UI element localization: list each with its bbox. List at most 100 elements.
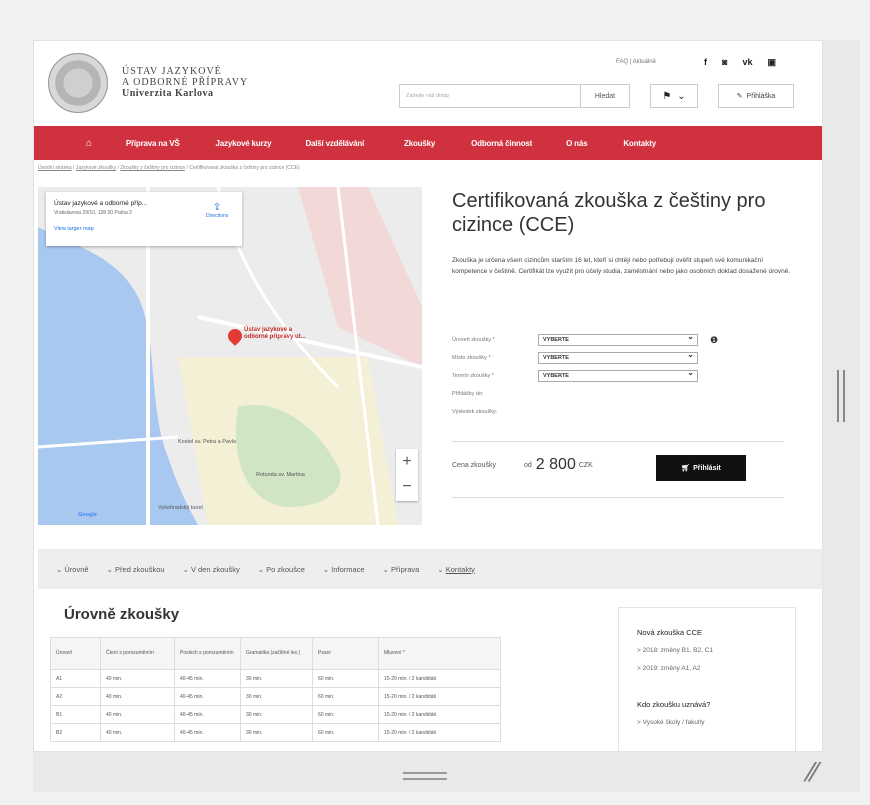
table-cell: 15-20 min. / 2 kandidáti xyxy=(378,723,501,742)
date-select[interactable]: VYBERTE xyxy=(538,368,698,382)
breadcrumb-link[interactable]: Úvodní stránka xyxy=(38,165,72,171)
vertical-resize-bar[interactable] xyxy=(823,40,860,752)
nav-item-kontakty[interactable]: Kontakty xyxy=(623,139,656,148)
price-value: 2 800 xyxy=(535,456,576,473)
search-button[interactable]: Hledat xyxy=(580,84,630,108)
table-cell: 15-20 min. / 2 kandidáti xyxy=(378,705,501,724)
column-header: Úroveň xyxy=(50,637,101,670)
table-cell: 60 min. xyxy=(312,705,379,724)
home-icon[interactable]: ⌂ xyxy=(86,138,92,149)
column-header: Poslech s porozuměním xyxy=(174,637,241,670)
section-tab-informace[interactable]: ⌄ Informace xyxy=(323,565,365,574)
table-cell: 40-45 min. xyxy=(174,669,241,688)
levels-table: Úroveň Čtení s porozuměním Poslech s por… xyxy=(50,637,501,742)
table-cell: 40 min. xyxy=(100,669,175,688)
embedded-map[interactable]: Ústav jazykové a odborné příp... Vratisl… xyxy=(38,187,422,525)
pencil-icon: ✎ xyxy=(736,93,743,100)
table-cell: 60 min. xyxy=(312,687,379,706)
sidebar-link[interactable]: > 2018: změny B1, B2, C1 xyxy=(637,647,777,654)
nav-item-priprava[interactable]: Příprava na VŠ xyxy=(126,139,180,148)
section-nav: ⌄ Úrovně ⌄ Před zkouškou ⌄ V den zkoušky… xyxy=(38,549,822,589)
date-label: Termín zkoušky * xyxy=(452,373,494,379)
level-label: Úroveň zkoušky * xyxy=(452,337,495,343)
levels-heading: Úrovně zkoušky xyxy=(64,606,180,623)
brand-name[interactable]: ÚSTAV JAZYKOVÉ A ODBORNÉ PŘÍPRAVY Univer… xyxy=(122,66,248,99)
section-tab-kontakty[interactable]: ⌄ Kontakty xyxy=(437,565,475,574)
brand-line-1: ÚSTAV JAZYKOVÉ xyxy=(122,66,222,77)
form-row: Přihlášky do: xyxy=(452,385,718,403)
map-larger-link[interactable]: View larger map xyxy=(54,226,234,232)
nav-item-odborna-cinnost[interactable]: Odborná činnost xyxy=(471,139,532,148)
university-seal-logo[interactable] xyxy=(48,53,108,113)
section-tab-urovne[interactable]: ⌄ Úrovně xyxy=(56,565,89,574)
horizontal-resize-bar[interactable] xyxy=(33,752,860,792)
divider xyxy=(452,497,784,498)
table-cell: 40 min. xyxy=(100,705,175,724)
nav-item-o-nas[interactable]: O nás xyxy=(566,139,587,148)
nav-item-zkousky[interactable]: Zkoušky xyxy=(404,139,435,148)
google-logo: Google xyxy=(78,512,97,518)
cart-icon: 🛒︎ xyxy=(681,465,691,472)
social-links: f ◙ vk ▣ xyxy=(704,57,776,68)
directions-button[interactable]: ⇪ Directions xyxy=(206,202,228,219)
form-row: Místo zkoušky * VYBERTE xyxy=(452,349,718,367)
price-currency: CZK xyxy=(578,461,593,469)
section-tab-label: Úrovně xyxy=(64,564,89,574)
map-label: Rotunda sv. Martina xyxy=(256,472,305,478)
register-button[interactable]: 🛒︎ Přihlásit xyxy=(656,455,746,481)
section-tab-label: V den zkoušky xyxy=(190,564,240,574)
level-select[interactable]: VYBERTE xyxy=(538,332,698,346)
table-row: A1 40 min. 40-45 min. 30 min. 60 min. 15-20 m… xyxy=(50,669,501,688)
place-label: Místo zkoušky * xyxy=(452,355,491,361)
nav-item-kurzy[interactable]: Jazykové kurzy xyxy=(216,139,272,148)
sidebar-box: Nová zkouška CCE > 2018: změny B1, B2, C… xyxy=(618,607,796,751)
table-row: B2 40 min. 40-45 min. 30 min. 60 min. 15-20 m… xyxy=(50,723,501,742)
table-cell: 30 min. xyxy=(240,723,313,742)
product-description: Zkouška je určena všem cizincům starším … xyxy=(452,257,791,275)
zoom-in-icon[interactable]: + xyxy=(396,449,418,474)
section-tab-label: Kontakty xyxy=(445,564,475,574)
column-header: Čtení s porozuměním xyxy=(100,637,175,670)
column-header: Mluvení * xyxy=(378,637,501,670)
form-row: Úroveň zkoušky * VYBERTE ❶ xyxy=(452,331,718,349)
table-row: B1 40 min. 40-45 min. 30 min. 60 min. 15-20 m… xyxy=(50,705,501,724)
site-header: ÚSTAV JAZYKOVÉ A ODBORNÉ PŘÍPRAVY Univer… xyxy=(34,41,822,119)
breadcrumb-current: Certifikovaná zkouška z češtiny pro cizi… xyxy=(189,165,300,171)
table-header-row: Úroveň Čtení s porozuměním Poslech s por… xyxy=(50,637,501,670)
column-header: Gramatika (začlěné lex.) xyxy=(240,637,313,670)
section-tab-den[interactable]: ⌄ V den zkoušky xyxy=(183,565,240,574)
result-label: Výsledek zkoušky: xyxy=(452,409,498,415)
table-cell: A2 xyxy=(50,687,101,706)
facebook-icon[interactable]: f xyxy=(704,57,707,68)
flag-icon: ⚑ xyxy=(662,90,672,102)
main-nav: ⌂ Příprava na VŠ Jazykové kurzy Další vz… xyxy=(34,126,822,160)
resize-grip-icon[interactable] xyxy=(837,370,845,422)
section-tab-po[interactable]: ⌄ Po zkoušce xyxy=(258,565,305,574)
section-tab-priprava[interactable]: ⌄ Příprava xyxy=(383,565,420,574)
table-cell: 30 min. xyxy=(240,687,313,706)
brand-line-3: Univerzita Karlova xyxy=(122,88,214,99)
info-icon[interactable]: ❶ xyxy=(710,335,718,346)
top-links[interactable]: FAQ | Aktuálně xyxy=(616,59,656,65)
youtube-icon[interactable]: ▣ xyxy=(767,57,776,68)
table-cell: B1 xyxy=(50,705,101,724)
login-button[interactable]: ✎ Přihláška xyxy=(718,84,794,108)
language-select[interactable]: ⚑ ⌄ xyxy=(650,84,698,108)
map-place-card: Ústav jazykové a odborné příp... Vratisl… xyxy=(46,192,242,246)
section-tab-pred[interactable]: ⌄ Před zkouškou xyxy=(107,565,165,574)
search-input[interactable]: Zadejte váš dotaz xyxy=(399,84,581,108)
nav-item-vzdelavani[interactable]: Další vzdělávání xyxy=(305,139,364,148)
resize-corner-icon[interactable]: ⁄⁄ xyxy=(808,758,817,788)
sidebar-link[interactable]: > 2019: změny A1, A2 xyxy=(637,665,777,672)
breadcrumb-link[interactable]: Jazykové zkoušky xyxy=(76,165,116,171)
breadcrumb-link[interactable]: Zkoušky z češtiny pro cizince xyxy=(120,165,185,171)
map-zoom-controls: + − xyxy=(396,449,418,501)
instagram-icon[interactable]: ◙ xyxy=(722,57,727,68)
place-select[interactable]: VYBERTE xyxy=(538,350,698,364)
sidebar-link[interactable]: > Vysoké školy / fakulty xyxy=(637,719,777,726)
resize-grip-icon[interactable] xyxy=(403,772,447,780)
vk-icon[interactable]: vk xyxy=(742,57,752,68)
zoom-out-icon[interactable]: − xyxy=(396,474,418,499)
price-from: od xyxy=(524,461,532,469)
table-row: A2 40 min. 40-45 min. 30 min. 60 min. 15-20 m… xyxy=(50,687,501,706)
